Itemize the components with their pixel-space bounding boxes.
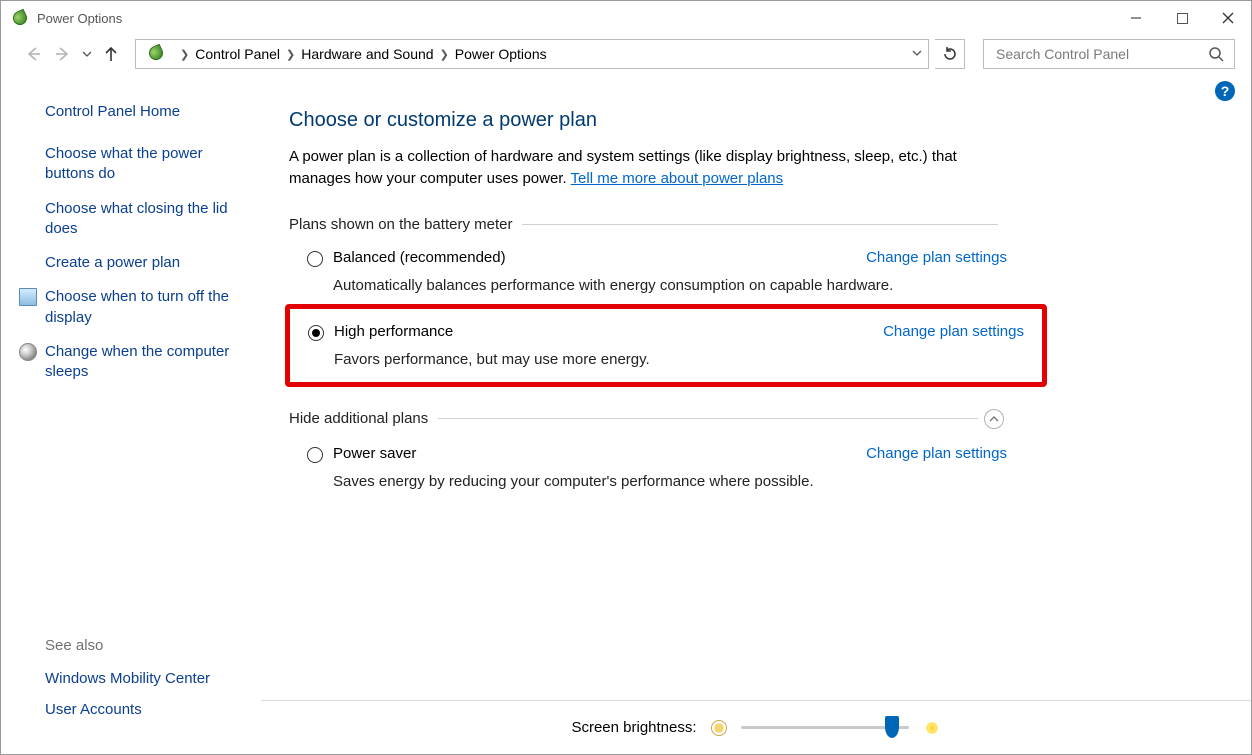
- sidebar-link-power-buttons[interactable]: Choose what the power buttons do: [45, 144, 249, 185]
- main-pane: ? Choose or customize a power plan A pow…: [261, 81, 1251, 754]
- nav-history-dropdown[interactable]: [81, 49, 93, 59]
- close-button[interactable]: [1205, 1, 1251, 35]
- maximize-button[interactable]: [1159, 1, 1205, 35]
- refresh-icon: [942, 46, 958, 62]
- sidebar: Control Panel Home Choose what the power…: [1, 81, 261, 754]
- chevron-right-icon: ❯: [440, 48, 449, 61]
- help-button[interactable]: ?: [1215, 81, 1235, 101]
- plan-name[interactable]: Balanced (recommended): [333, 249, 846, 266]
- control-panel-home-link[interactable]: Control Panel Home: [45, 103, 249, 120]
- window-title: Power Options: [37, 11, 122, 26]
- close-icon: [1222, 12, 1234, 24]
- page-intro: A power plan is a collection of hardware…: [289, 146, 969, 190]
- change-plan-settings-link[interactable]: Change plan settings: [883, 323, 1024, 340]
- arrow-left-icon: [24, 45, 42, 63]
- chevron-right-icon: ❯: [180, 48, 189, 61]
- address-bar[interactable]: ❯ Control Panel ❯ Hardware and Sound ❯ P…: [135, 39, 929, 69]
- collapse-plans-button[interactable]: [984, 409, 1004, 429]
- chevron-down-icon: [912, 48, 922, 58]
- search-input[interactable]: [994, 45, 1208, 63]
- refresh-button[interactable]: [935, 39, 965, 69]
- divider: [522, 224, 998, 225]
- plan-power-saver: Power saver Change plan settings Saves e…: [307, 441, 1007, 490]
- chevron-down-icon: [82, 49, 92, 59]
- breadcrumb-leaf[interactable]: Power Options: [455, 46, 547, 62]
- footer: Screen brightness:: [261, 700, 1251, 754]
- plan-description: Automatically balances performance with …: [333, 277, 1007, 294]
- address-dropdown[interactable]: [912, 48, 922, 61]
- search-icon: [1208, 46, 1224, 62]
- brightness-label: Screen brightness:: [571, 719, 696, 736]
- breadcrumb-mid[interactable]: Hardware and Sound: [301, 46, 433, 62]
- sun-bright-icon: [923, 719, 941, 737]
- plan-balanced-radio[interactable]: [307, 251, 323, 267]
- brightness-slider[interactable]: [741, 726, 909, 729]
- plan-power-saver-radio[interactable]: [307, 447, 323, 463]
- page-title: Choose or customize a power plan: [289, 109, 1219, 132]
- change-plan-settings-link[interactable]: Change plan settings: [866, 249, 1007, 266]
- search-box[interactable]: [983, 39, 1235, 69]
- learn-more-link[interactable]: Tell me more about power plans: [571, 170, 784, 187]
- location-icon: [146, 43, 168, 65]
- monitor-icon: [19, 288, 37, 306]
- help-icon: ?: [1221, 83, 1230, 99]
- sun-dim-icon: [711, 720, 727, 736]
- divider: [438, 418, 978, 419]
- sidebar-link-create-plan[interactable]: Create a power plan: [45, 253, 249, 273]
- see-also-label: See also: [45, 637, 210, 654]
- see-also-mobility-center[interactable]: Windows Mobility Center: [45, 670, 210, 687]
- section-hide-heading: Hide additional plans: [289, 410, 438, 427]
- highlighted-plan: High performance Change plan settings Fa…: [285, 304, 1047, 387]
- arrow-right-icon: [54, 45, 72, 63]
- see-also-user-accounts[interactable]: User Accounts: [45, 701, 210, 718]
- sidebar-link-computer-sleeps[interactable]: Change when the computer sleeps: [45, 342, 249, 383]
- plan-description: Saves energy by reducing your computer's…: [333, 473, 1007, 490]
- minimize-button[interactable]: [1113, 1, 1159, 35]
- title-bar: Power Options: [1, 1, 1251, 35]
- plan-description: Favors performance, but may use more ene…: [334, 351, 1014, 368]
- chevron-up-icon: [989, 414, 999, 424]
- app-icon: [11, 9, 29, 27]
- plan-high-performance-radio[interactable]: [308, 325, 324, 341]
- plan-name[interactable]: Power saver: [333, 445, 846, 462]
- sidebar-link-label: Change when the computer sleeps: [45, 343, 229, 380]
- section-plans-heading: Plans shown on the battery meter: [289, 216, 522, 233]
- sidebar-link-label: Choose when to turn off the display: [45, 288, 229, 325]
- brightness-slider-thumb[interactable]: [885, 716, 899, 738]
- nav-row: ❯ Control Panel ❯ Hardware and Sound ❯ P…: [1, 35, 1251, 73]
- minimize-icon: [1130, 12, 1142, 24]
- sidebar-link-closing-lid[interactable]: Choose what closing the lid does: [45, 199, 249, 240]
- nav-back-button[interactable]: [21, 42, 45, 66]
- breadcrumb-root[interactable]: Control Panel: [195, 46, 280, 62]
- nav-forward-button[interactable]: [51, 42, 75, 66]
- change-plan-settings-link[interactable]: Change plan settings: [866, 445, 1007, 462]
- arrow-up-icon: [102, 45, 120, 63]
- maximize-icon: [1177, 13, 1188, 24]
- sidebar-link-turn-off-display[interactable]: Choose when to turn off the display: [45, 287, 249, 328]
- chevron-right-icon: ❯: [286, 48, 295, 61]
- moon-icon: [19, 343, 37, 361]
- nav-up-button[interactable]: [99, 42, 123, 66]
- plan-name[interactable]: High performance: [334, 323, 863, 340]
- plan-balanced: Balanced (recommended) Change plan setti…: [307, 245, 1007, 294]
